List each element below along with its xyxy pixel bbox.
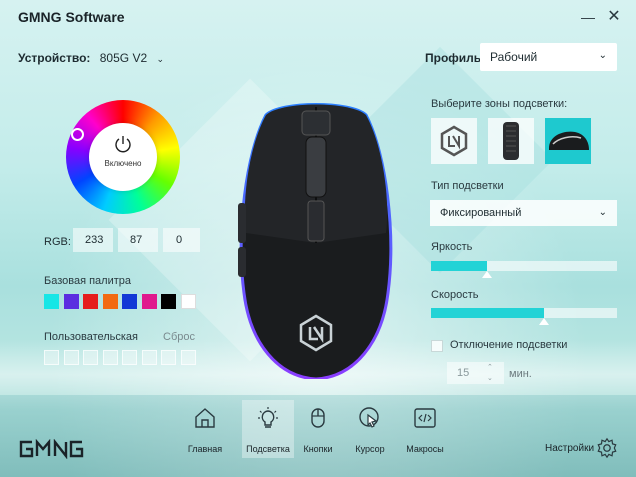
palette-swatch[interactable] [141, 294, 157, 309]
speed-label: Скорость [431, 289, 479, 301]
chevron-down-icon: ⌄ [156, 54, 165, 64]
nav-home[interactable]: Главная [179, 400, 231, 458]
lighting-off-checkbox[interactable] [431, 340, 443, 352]
custom-swatch[interactable] [180, 350, 196, 365]
wheel-zone[interactable] [488, 118, 534, 164]
side-zone[interactable] [545, 118, 591, 164]
minutes-stepper[interactable]: ⌃ ⌄ [487, 362, 499, 384]
custom-swatch[interactable] [63, 350, 79, 365]
nav-macros[interactable]: Макросы [399, 400, 451, 458]
lighting-off-label: Отключение подсветки [450, 339, 568, 351]
lighting-type-value: Фиксированный [440, 207, 522, 219]
app-title: GMNG Software [18, 9, 125, 25]
custom-palette-label: Пользовательская [44, 331, 139, 343]
minutes-unit: мин. [509, 368, 532, 380]
custom-swatch[interactable] [102, 350, 118, 365]
chevron-down-icon: ⌄ [598, 50, 607, 61]
close-icon[interactable]: ✕ [604, 7, 624, 27]
logo-zone[interactable] [431, 118, 477, 164]
palette-swatch[interactable] [63, 294, 79, 309]
base-palette-label: Базовая палитра [44, 275, 132, 287]
brightness-fill [431, 261, 487, 271]
speed-slider[interactable] [431, 308, 617, 325]
nav-home-label: Главная [187, 444, 223, 454]
home-icon [195, 408, 215, 428]
brightness-slider[interactable] [431, 261, 617, 278]
palette-swatch[interactable] [83, 294, 98, 309]
device-value: 805G V2 [99, 51, 148, 65]
power-status: Включено [104, 159, 142, 168]
gmng-logo [19, 439, 84, 459]
reset-button[interactable]: Сброс [163, 331, 195, 343]
custom-swatch[interactable] [161, 350, 176, 365]
chevron-up-icon[interactable]: ⌃ [487, 362, 499, 373]
green-input[interactable]: 87 [118, 228, 158, 252]
code-icon [414, 408, 436, 428]
palette-swatch[interactable] [44, 294, 59, 309]
minimize-icon[interactable]: — [578, 7, 598, 27]
lighting-type-dropdown[interactable]: Фиксированный ⌄ [430, 200, 617, 226]
settings-label[interactable]: Настройки [545, 443, 594, 454]
palette-swatch[interactable] [180, 294, 196, 309]
scroll-wheel-icon [503, 122, 519, 160]
profile-dropdown[interactable]: Рабочий ⌄ [480, 43, 617, 71]
device-selector[interactable]: Устройство: 805G V2 ⌄ [18, 51, 164, 65]
lighting-type-label: Тип подсветки [431, 180, 504, 192]
mouse-image [238, 103, 393, 379]
palette-swatch[interactable] [161, 294, 176, 309]
speed-fill [431, 308, 545, 318]
zones-label: Выберите зоны подсветки: [431, 98, 568, 110]
blue-input[interactable]: 0 [163, 228, 200, 252]
title-bar: GMNG Software — ✕ [0, 0, 636, 34]
brightness-thumb[interactable] [481, 271, 492, 278]
profile-label: Профиль: [425, 51, 486, 65]
brightness-label: Яркость [431, 241, 473, 253]
lightbulb-icon [258, 407, 278, 428]
logo-icon [440, 125, 468, 157]
custom-swatch[interactable] [141, 350, 157, 365]
chevron-down-icon: ⌄ [598, 207, 607, 218]
gear-icon[interactable] [596, 437, 618, 459]
color-wheel-handle[interactable] [71, 128, 84, 141]
mouse-buttons-icon [311, 408, 325, 428]
nav-macros-label: Макросы [406, 444, 444, 454]
mouse-side-icon [549, 131, 589, 150]
red-input[interactable]: 233 [73, 228, 113, 252]
palette-swatch[interactable] [122, 294, 137, 309]
app-window: GMNG Software — ✕ Устройство: 805G V2 ⌄ … [0, 0, 636, 477]
custom-swatch[interactable] [122, 350, 137, 365]
rgb-label: RGB: [44, 236, 71, 248]
device-label: Устройство: [18, 51, 91, 65]
chevron-down-icon[interactable]: ⌄ [487, 373, 499, 384]
speed-thumb[interactable] [539, 318, 550, 325]
custom-swatch[interactable] [83, 350, 98, 365]
custom-swatch[interactable] [44, 350, 59, 365]
cursor-icon [359, 407, 379, 428]
palette-swatch[interactable] [102, 294, 118, 309]
profile-value: Рабочий [490, 50, 538, 64]
power-icon[interactable] [113, 134, 133, 154]
